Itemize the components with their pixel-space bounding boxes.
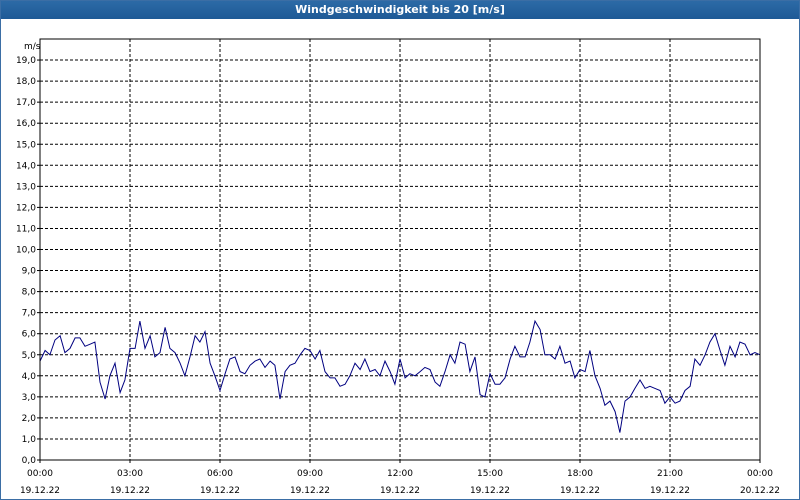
x-tick-time-label: 00:00 <box>27 469 53 479</box>
y-tick-label: 17,0 <box>16 98 36 108</box>
x-tick-date-label: 19.12.22 <box>650 486 690 496</box>
y-tick-label: 9,0 <box>22 267 37 277</box>
y-tick-label: 13,0 <box>16 182 36 192</box>
y-tick-label: 6,0 <box>22 330 37 340</box>
y-tick-label: 4,0 <box>22 372 37 382</box>
x-tick-time-label: 21:00 <box>657 469 683 479</box>
y-tick-label: 11,0 <box>16 224 36 234</box>
x-tick-time-label: 09:00 <box>297 469 323 479</box>
x-tick-date-label: 19.12.22 <box>200 486 240 496</box>
y-tick-label: 19,0 <box>16 56 36 66</box>
x-tick-date-label: 19.12.22 <box>20 486 60 496</box>
y-tick-label: 18,0 <box>16 77 36 87</box>
y-tick-label: 12,0 <box>16 203 36 213</box>
x-tick-time-label: 06:00 <box>207 469 233 479</box>
x-tick-time-label: 00:00 <box>747 469 773 479</box>
x-tick-time-label: 12:00 <box>387 469 413 479</box>
y-axis-ticks: 0,0 1,0 2,0 3,0 4,0 5,0 6,0 7,0 8,0 9,0 10,0 11,0 12… <box>16 56 40 466</box>
y-tick-label: 5,0 <box>22 351 37 361</box>
y-tick-label: 2,0 <box>22 414 37 424</box>
y-tick-label: 0,0 <box>22 456 37 466</box>
y-axis-unit: m/s <box>24 42 41 52</box>
y-tick-label: 1,0 <box>22 435 37 445</box>
x-tick-date-label: 19.12.22 <box>560 486 600 496</box>
y-tick-label: 14,0 <box>16 161 36 171</box>
x-tick-date-label: 19.12.22 <box>470 486 510 496</box>
y-tick-label: 15,0 <box>16 140 36 150</box>
x-tick-date-label: 19.12.22 <box>380 486 420 496</box>
x-tick-time-label: 18:00 <box>567 469 593 479</box>
x-tick-date-label: 19.12.22 <box>290 486 330 496</box>
wind-speed-chart: m/s 0,0 1,0 2,0 3,0 4,0 5,0 6,0 7,0 8,0 9,0 10,0 11… <box>16 38 780 496</box>
x-tick-date-label: 19.12.22 <box>110 486 150 496</box>
x-tick-time-label: 03:00 <box>117 469 143 479</box>
y-tick-label: 3,0 <box>22 393 37 403</box>
x-axis-ticks: 00:00 19.12.22 03:00 19.12.22 06:00 19.12.22 0… <box>20 460 780 496</box>
y-tick-label: 16,0 <box>16 119 36 129</box>
grid-lines <box>40 39 760 460</box>
y-tick-label: 7,0 <box>22 309 37 319</box>
y-tick-label: 10,0 <box>16 246 36 256</box>
x-tick-date-label: 20.12.22 <box>740 486 780 496</box>
x-tick-time-label: 15:00 <box>477 469 503 479</box>
y-tick-label: 8,0 <box>22 288 37 298</box>
